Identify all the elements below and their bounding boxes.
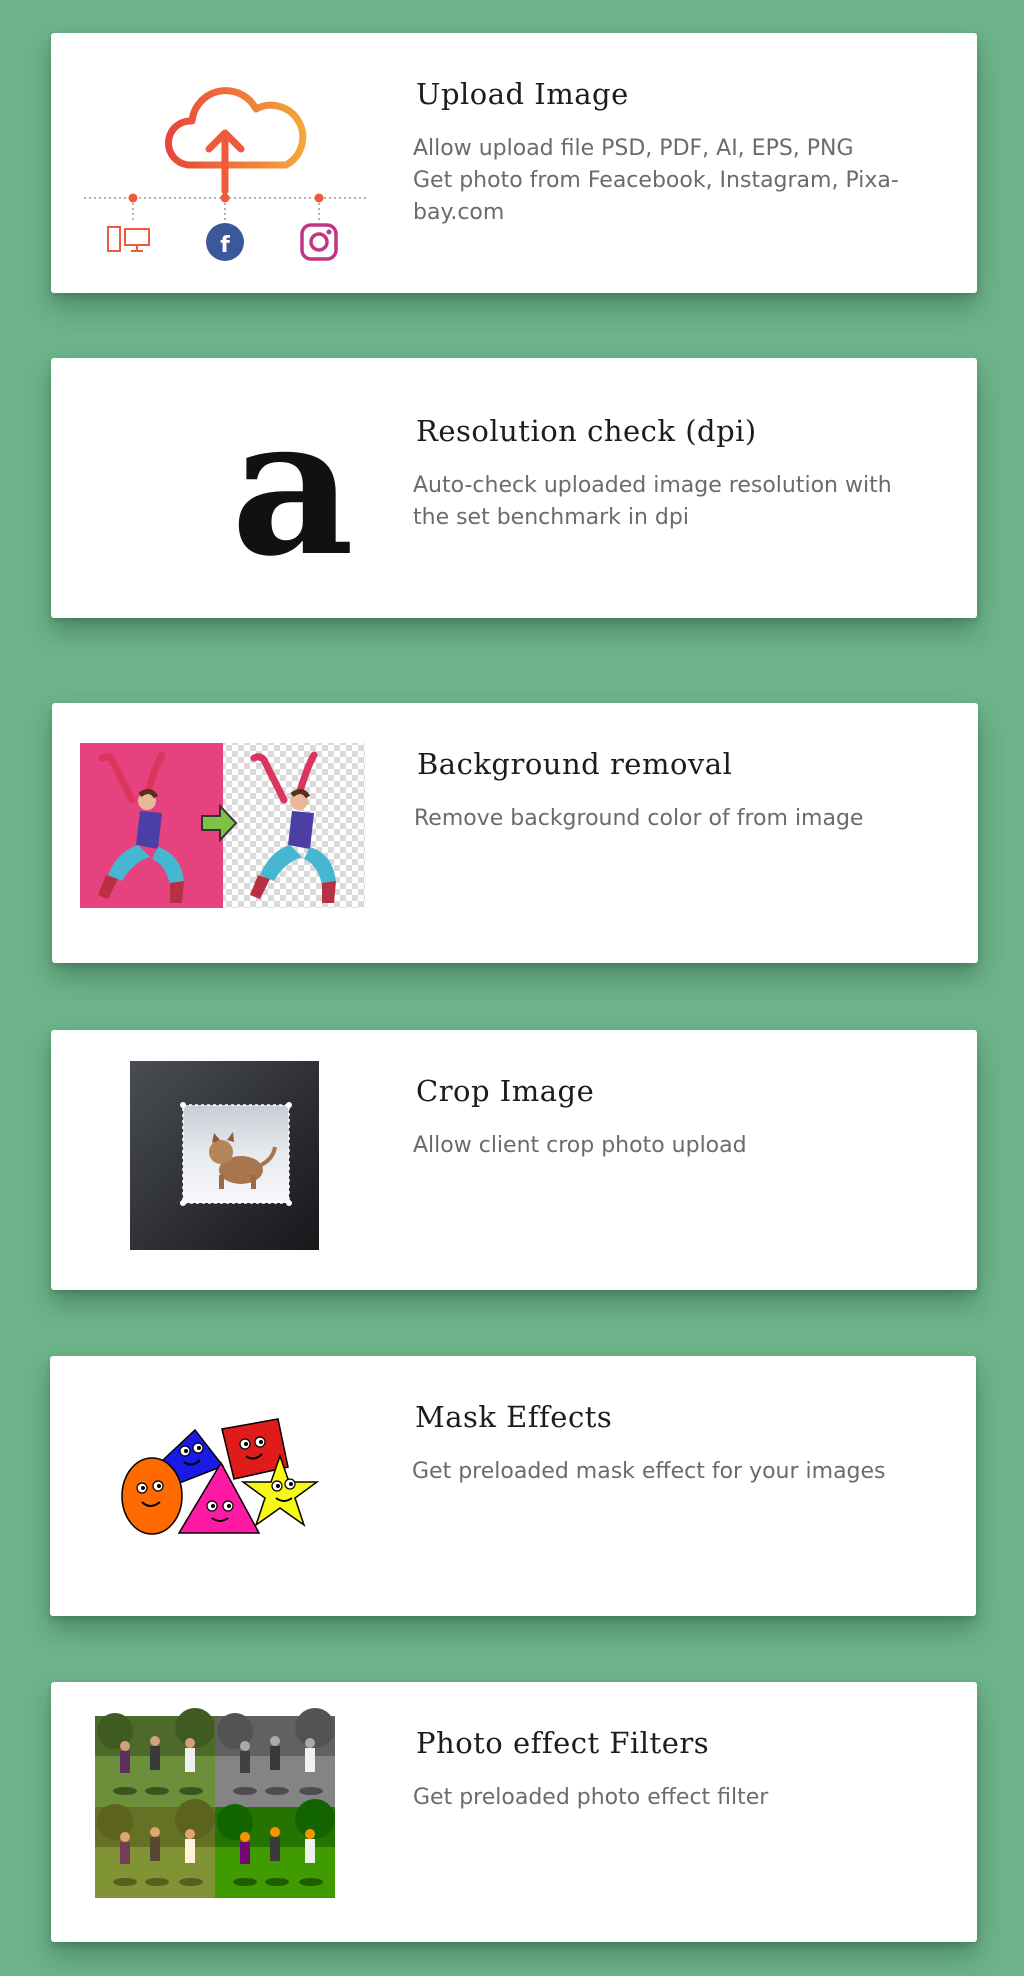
cloud-upload-icon	[165, 87, 307, 195]
feature-card-mask-effects: Mask Effects Get preloaded mask effect f…	[50, 1356, 976, 1616]
feature-description: Remove background color of from image	[414, 806, 864, 831]
feature-title: Resolution check (dpi)	[416, 414, 757, 448]
feature-title: Upload Image	[416, 77, 629, 111]
feature-description: Get preloaded mask effect for your image…	[412, 1459, 886, 1484]
photo-filters-illustration	[51, 1682, 401, 1942]
feature-card-photo-filters: Photo effect Filters Get preloaded photo…	[51, 1682, 977, 1942]
feature-title: Mask Effects	[415, 1400, 613, 1434]
feature-description: Auto-check uploaded image resolution wit…	[413, 473, 892, 530]
feature-card-crop-image: Crop Image Allow client crop photo uploa…	[51, 1030, 977, 1290]
feature-description: Allow client crop photo upload	[413, 1133, 747, 1158]
feature-description: Allow upload file PSD, PDF, AI, EPS, PNG…	[413, 136, 899, 225]
svg-text:f: f	[220, 233, 230, 258]
low-res-letter: a	[81, 377, 194, 598]
high-res-letter: a	[231, 375, 354, 598]
feature-title: Background removal	[417, 747, 733, 781]
feature-card-background-removal: Background removal Remove background col…	[52, 703, 978, 963]
facebook-icon: f	[206, 223, 244, 261]
feature-title: Photo effect Filters	[416, 1726, 710, 1760]
crop-image-illustration	[51, 1030, 401, 1290]
feature-description: Get preloaded photo effect filter	[413, 1785, 769, 1810]
instagram-icon	[300, 223, 338, 261]
resolution-comparison-icon: a a	[51, 358, 401, 618]
feature-title: Crop Image	[416, 1074, 595, 1108]
computer-icon	[107, 226, 150, 252]
background-removal-illustration	[52, 703, 402, 963]
mask-shapes-illustration	[50, 1356, 400, 1616]
upload-illustration: f	[51, 33, 401, 293]
feature-card-upload-image: f Upload Image Allow upload file PSD, PD…	[51, 33, 977, 293]
feature-card-resolution-check: a a Resolution check (dpi) Auto-check up…	[51, 358, 977, 618]
